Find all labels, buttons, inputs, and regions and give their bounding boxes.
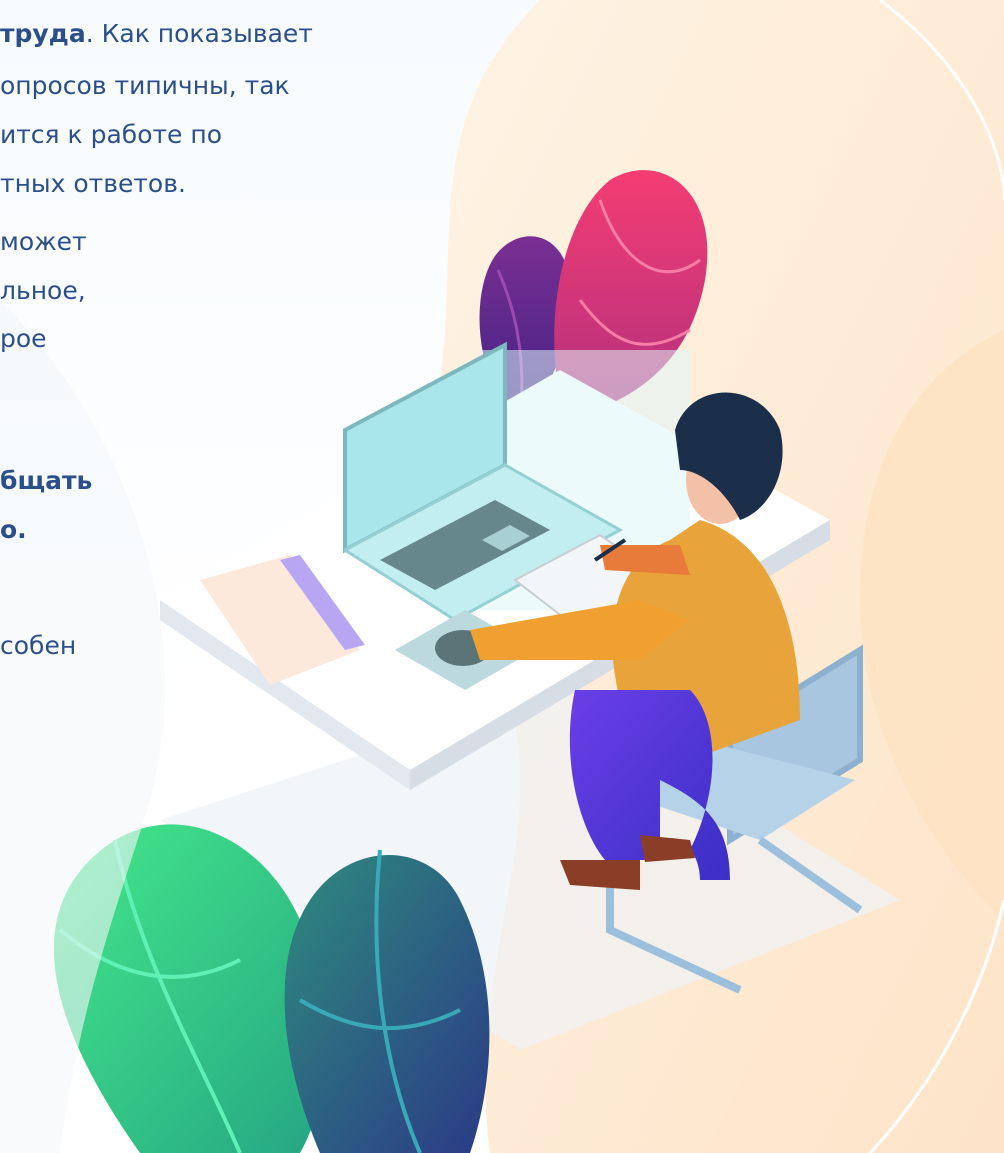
text-line-1-rest: . Как показывает (85, 19, 313, 48)
text-line-9: о. (0, 515, 27, 544)
text-line-1-bold: труда (0, 19, 86, 48)
text-line-2: опросов типичны, так (0, 71, 290, 100)
text-line-4: тных ответов. (0, 169, 186, 198)
text-line-7: рое (0, 324, 47, 353)
text-line-3: ится к работе по (0, 120, 223, 149)
slide-canvas: труда. Как показывает опросов типичны, т… (0, 0, 1004, 1153)
text-line-1: труда. Как показывает (0, 18, 313, 50)
slide-text: труда. Как показывает опросов типичны, т… (0, 0, 430, 700)
text-line-6: льное, (0, 276, 86, 305)
text-line-10: собен (0, 631, 77, 660)
teal-leaf (284, 855, 490, 1153)
text-line-5: может (0, 227, 87, 256)
text-line-8: бщать (0, 466, 93, 495)
